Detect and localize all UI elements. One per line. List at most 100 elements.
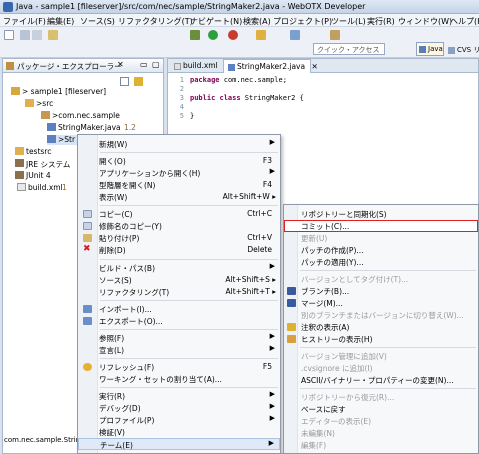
menu-refactor[interactable]: リファクタリング(T): [118, 16, 193, 27]
perspective-java-button[interactable]: Java: [416, 42, 444, 56]
tab-build-xml[interactable]: build.xml: [170, 59, 220, 73]
menu-item-label: ブランチ(B)...: [301, 287, 350, 296]
minimize-icon[interactable]: ▭: [140, 60, 148, 69]
menu-file[interactable]: ファイル(F): [3, 16, 46, 27]
menu-item-add-to-cvsignore[interactable]: .cvsignore に追加(I): [284, 362, 478, 374]
menu-tools[interactable]: ツール(L): [331, 16, 366, 27]
menu-item-paste[interactable]: 貼り付け(P) Ctrl+V: [78, 232, 280, 244]
submenu-arrow-icon: ▶: [269, 414, 275, 422]
delete-icon: ✖: [83, 244, 91, 254]
menu-item-build-path[interactable]: ビルド・パス(B) ▶: [78, 262, 280, 274]
menu-item-apply-patch[interactable]: パッチの適用(Y)...: [284, 256, 478, 268]
menu-separator: [100, 300, 278, 301]
maximize-icon[interactable]: ▢: [152, 60, 160, 69]
paste-icon: [83, 234, 92, 242]
menu-item-show-history[interactable]: ヒストリーの表示(H): [284, 333, 478, 345]
menu-item-declarations[interactable]: 宣言(L) ▶: [78, 344, 280, 356]
code-line[interactable]: 5}: [172, 112, 194, 120]
menu-item-revert-to-base[interactable]: ベースに戻す: [284, 403, 478, 415]
search-icon[interactable]: [290, 30, 300, 40]
menu-item-team[interactable]: チーム(E) ▶: [78, 438, 280, 450]
tree-item-stringmaker2[interactable]: >Str: [47, 135, 77, 145]
menu-separator: [100, 387, 278, 388]
menu-item-edit[interactable]: 編集(F): [284, 439, 478, 451]
menu-item-commit[interactable]: コミット(C)...: [284, 220, 478, 232]
menu-item-import[interactable]: インポート(I)...: [78, 303, 280, 315]
code-line[interactable]: 2: [172, 85, 190, 93]
menu-item-assign-working-sets[interactable]: ワーキング・セットの割り当て(A)...: [78, 373, 280, 385]
menu-item-change-ascii-binary[interactable]: ASCII/バイナリー・プロパティーの変更(N)...: [284, 374, 478, 386]
task-icon[interactable]: [330, 30, 340, 40]
code-line[interactable]: 3 public class StringMaker2 {: [172, 94, 304, 102]
menu-item-label: 開く(O): [99, 157, 126, 166]
tree-item-label: >Str: [58, 135, 76, 144]
menu-edit[interactable]: 編集(E): [47, 16, 74, 27]
menu-item-create-patch[interactable]: パッチの作成(P)...: [284, 244, 478, 256]
menu-run[interactable]: 実行(R): [367, 16, 395, 27]
menu-item-open[interactable]: 開く(O) F3: [78, 155, 280, 167]
menu-item-merge[interactable]: マージ(M)...: [284, 297, 478, 309]
menu-item-show-annotation[interactable]: 注釈の表示(A): [284, 321, 478, 333]
package-explorer-tab[interactable]: パッケージ・エクスプローラー ✕ ▭ ▢: [3, 59, 163, 73]
menu-item-tag-as-version[interactable]: バージョンとしてタグ付け(T)...: [284, 273, 478, 285]
menu-item-branch[interactable]: ブランチ(B)...: [284, 285, 478, 297]
menu-item-refactor[interactable]: リファクタリング(T) Alt+Shift+T ▸: [78, 286, 280, 298]
save-icon[interactable]: [20, 30, 30, 40]
menu-item-label: 編集(F): [301, 441, 327, 450]
menu-item-debug[interactable]: デバッグ(D) ▶: [78, 402, 280, 414]
title-bar: Java - sample1 [fileserver]/src/com/nec/…: [0, 0, 479, 14]
external-tools-icon[interactable]: [228, 30, 238, 40]
menu-item-add-to-version-control[interactable]: バージョン管理に追加(V): [284, 350, 478, 362]
menu-item-references[interactable]: 参照(F) ▶: [78, 332, 280, 344]
menu-item-delete[interactable]: ✖ 削除(D) Delete: [78, 244, 280, 256]
close-icon[interactable]: ✕: [311, 62, 317, 71]
new-icon[interactable]: [4, 30, 14, 40]
menu-item-refresh[interactable]: リフレッシュ(F) F5: [78, 361, 280, 373]
menu-search[interactable]: 検索(A): [243, 16, 271, 27]
menu-item-copy[interactable]: コピー(C) Ctrl+C: [78, 208, 280, 220]
tree-item-label: testsrc: [26, 147, 52, 156]
code-line[interactable]: 4: [172, 103, 190, 111]
submenu-arrow-icon: ▶: [269, 167, 275, 175]
menu-item-update[interactable]: 更新(U): [284, 232, 478, 244]
save-all-icon[interactable]: [32, 30, 42, 40]
menu-item-unedit[interactable]: 未編集(N): [284, 427, 478, 439]
menu-item-copy-qualified-name[interactable]: 修飾名のコピー(Y): [78, 220, 280, 232]
menu-item-accelerator: Alt+Shift+T ▸: [225, 287, 276, 296]
menu-item-open-with[interactable]: アプリケーションから開く(H) ▶: [78, 167, 280, 179]
menu-item-synchronize[interactable]: リポジトリーと同期化(S): [284, 208, 478, 220]
code-line[interactable]: 1 package com.nec.sample;: [172, 76, 287, 84]
build-icon[interactable]: [48, 30, 58, 40]
menu-item-new[interactable]: 新規(W) ▶: [78, 138, 280, 150]
menu-item-switch-branch[interactable]: 別のブランチまたはバージョンに切り替え(W)...: [284, 309, 478, 321]
close-icon[interactable]: ✕: [117, 60, 124, 69]
tree-item-label: JUnit 4: [26, 171, 51, 180]
menu-help[interactable]: ヘルプ(H): [450, 16, 479, 27]
menu-item-export[interactable]: エクスポート(O)...: [78, 315, 280, 327]
debug-icon[interactable]: [190, 30, 200, 40]
menu-item-show-in[interactable]: 表示(W) Alt+Shift+W ▸: [78, 191, 280, 203]
menu-item-validate[interactable]: 検証(V): [78, 426, 280, 438]
menu-item-profile[interactable]: プロファイル(P) ▶: [78, 414, 280, 426]
menu-source[interactable]: ソース(S): [80, 16, 115, 27]
collapse-all-icon[interactable]: [120, 77, 129, 86]
menu-window[interactable]: ウィンドウ(W): [398, 16, 452, 27]
history-icon: [287, 335, 296, 343]
menu-item-show-editors[interactable]: エディターの表示(E): [284, 415, 478, 427]
open-type-icon[interactable]: [256, 30, 266, 40]
menu-project[interactable]: プロジェクト(P): [273, 16, 332, 27]
menu-item-source[interactable]: ソース(S) Alt+Shift+S ▸: [78, 274, 280, 286]
perspective-cvs-button[interactable]: CVS リ: [446, 43, 479, 56]
line-number: 2: [179, 85, 184, 93]
cvs-perspective-icon: [448, 46, 455, 54]
quick-access-input[interactable]: クイック・アクセス: [313, 43, 385, 55]
menu-item-run[interactable]: 実行(R) ▶: [78, 390, 280, 402]
version-label: 1.2: [124, 123, 136, 132]
tab-stringmaker2[interactable]: StringMaker2.java ✕: [223, 59, 318, 73]
menu-separator: [100, 152, 278, 153]
run-icon[interactable]: [208, 30, 218, 40]
menu-item-restore-from-repository[interactable]: リポジトリーから復元(R)...: [284, 391, 478, 403]
menu-navigate[interactable]: ナビゲート(N): [190, 16, 242, 27]
link-editor-icon[interactable]: [134, 77, 143, 86]
menu-item-open-type-hierarchy[interactable]: 型階層を開く(N) F4: [78, 179, 280, 191]
